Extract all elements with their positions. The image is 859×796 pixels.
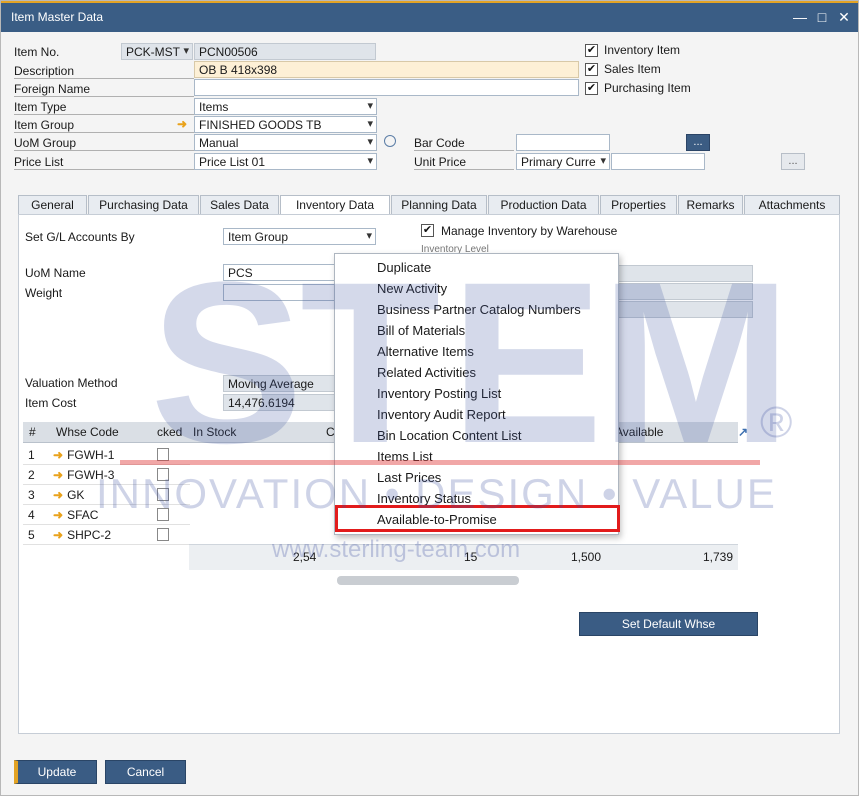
link-arrow-icon[interactable]: ➜ [53, 488, 63, 502]
row-number: 2 [28, 468, 35, 482]
item-type-label: Item Type [14, 100, 194, 115]
tab-remarks[interactable]: Remarks [678, 195, 743, 215]
locked-checkbox[interactable] [157, 528, 169, 541]
table-row[interactable]: 5 ➜ SHPC-2 [23, 525, 190, 545]
item-group-select[interactable]: FINISHED GOODS TB [194, 116, 377, 133]
whse-code-cell[interactable]: ➜ SHPC-2 [53, 528, 111, 542]
link-arrow-icon[interactable]: ➜ [53, 528, 63, 542]
unit-price-currency-select[interactable]: Primary Curre [516, 153, 610, 170]
item-type-select[interactable]: Items [194, 98, 377, 115]
uom-group-select[interactable]: Manual [194, 134, 377, 151]
price-list-value: Price List 01 [199, 155, 266, 169]
item-group-link-arrow-icon[interactable]: ➜ [177, 117, 187, 131]
unit-price-browse-button[interactable]: ... [781, 153, 805, 170]
item-no-series-value: PCK-MST [126, 45, 180, 59]
tab-purchasing-data[interactable]: Purchasing Data [88, 195, 199, 215]
cancel-button[interactable]: Cancel [105, 760, 186, 784]
item-group-label: Item Group [14, 118, 194, 133]
whse-code-value: FGWH-1 [67, 448, 115, 462]
tab-general[interactable]: General [18, 195, 87, 215]
row-number: 3 [28, 488, 35, 502]
uom-group-value: Manual [199, 136, 239, 150]
grid-col-num: # [29, 425, 36, 439]
sales-item-checkbox[interactable]: ✔ [585, 63, 598, 76]
link-arrow-icon[interactable]: ➜ [53, 508, 63, 522]
watermark-letter-e: E [450, 234, 604, 491]
whse-code-cell[interactable]: ➜ GK [53, 488, 84, 502]
item-group-value: FINISHED GOODS TB [199, 118, 322, 132]
link-arrow-icon[interactable]: ➜ [53, 468, 63, 482]
unit-price-currency-value: Primary Curre [521, 155, 596, 169]
purchasing-item-checkbox[interactable]: ✔ [585, 82, 598, 95]
price-list-select[interactable]: Price List 01 [194, 153, 377, 170]
whse-code-value: SHPC-2 [67, 528, 112, 542]
description-label: Description [14, 64, 194, 79]
tab-production-data[interactable]: Production Data [488, 195, 599, 215]
item-no-field[interactable]: PCN00506 [194, 43, 376, 60]
total-available: 1,739 [703, 550, 734, 564]
foreign-name-field[interactable] [194, 79, 579, 96]
description-field[interactable]: OB B 418x398 [194, 61, 579, 78]
watermark-red-bar [120, 460, 760, 465]
set-default-whse-button[interactable]: Set Default Whse [579, 612, 758, 636]
tab-sales-data[interactable]: Sales Data [200, 195, 279, 215]
valuation-method-label: Valuation Method [25, 376, 118, 390]
total-ordered: 1,500 [571, 550, 602, 564]
row-number: 4 [28, 508, 35, 522]
bar-code-browse-button[interactable]: ... [686, 134, 710, 151]
gl-accounts-label: Set G/L Accounts By [25, 230, 135, 244]
unit-price-field[interactable] [611, 153, 705, 170]
watermark-letter-t: T [300, 234, 441, 491]
whse-code-value: GK [67, 488, 85, 502]
item-cost-label: Item Cost [25, 396, 77, 410]
row-number: 5 [28, 528, 35, 542]
bar-code-label: Bar Code [414, 136, 514, 151]
foreign-name-label: Foreign Name [14, 82, 194, 97]
purchasing-item-label: Purchasing Item [604, 81, 691, 95]
whse-code-cell[interactable]: ➜ SFAC [53, 508, 98, 522]
watermark-url: www.sterling-team.com [272, 536, 521, 563]
item-type-value: Items [199, 100, 229, 114]
tab-planning-data[interactable]: Planning Data [391, 195, 487, 215]
window-title: Item Master Data [11, 10, 104, 24]
row-number: 1 [28, 448, 35, 462]
weight-label: Weight [25, 286, 63, 300]
unit-price-label: Unit Price [414, 155, 514, 170]
grid-horizontal-scrollbar[interactable] [337, 576, 519, 585]
link-arrow-icon[interactable]: ➜ [53, 448, 63, 462]
inventory-item-checkbox[interactable]: ✔ [585, 44, 598, 57]
tab-strip: General Purchasing Data Sales Data Inven… [18, 195, 840, 216]
update-button[interactable]: Update [14, 760, 97, 784]
watermark-letter-s: S [150, 234, 304, 491]
uom-info-icon[interactable] [384, 135, 396, 147]
inventory-item-label: Inventory Item [604, 43, 681, 57]
whse-code-cell[interactable]: ➜ FGWH-1 [53, 448, 114, 462]
whse-code-value: SFAC [67, 508, 99, 522]
sales-item-label: Sales Item [604, 62, 661, 76]
grid-col-whse-code[interactable]: Whse Code [56, 425, 119, 439]
price-list-label: Price List [14, 155, 194, 170]
tab-properties[interactable]: Properties [600, 195, 677, 215]
uom-name-label: UoM Name [25, 266, 86, 280]
title-bar: Item Master Data — □ ✕ [1, 1, 858, 32]
tab-inventory-data[interactable]: Inventory Data [280, 195, 390, 216]
maximize-icon[interactable]: □ [813, 8, 831, 26]
watermark-tagline: INNOVATION • DESIGN • VALUE [96, 470, 777, 517]
tab-attachments[interactable]: Attachments [744, 195, 840, 215]
close-icon[interactable]: ✕ [835, 8, 853, 26]
watermark-registered-mark: ® [760, 398, 793, 447]
item-no-label: Item No. [14, 45, 60, 59]
bar-code-field[interactable] [516, 134, 610, 151]
item-no-series-select[interactable]: PCK-MST [121, 43, 193, 60]
uom-group-label: UoM Group [14, 136, 194, 151]
minimize-icon[interactable]: — [791, 8, 809, 26]
